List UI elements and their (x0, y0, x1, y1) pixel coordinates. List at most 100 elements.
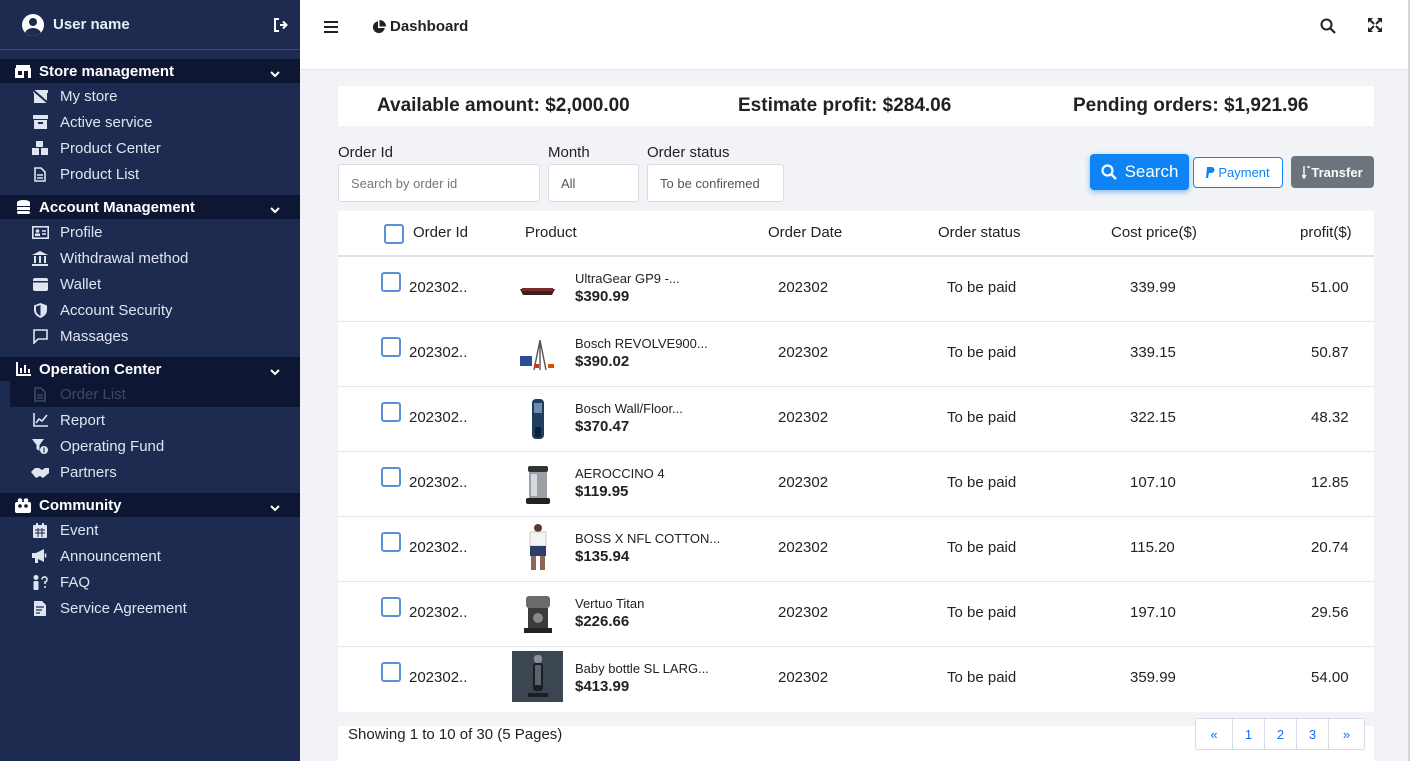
search-button[interactable]: Search (1090, 154, 1189, 190)
row-checkbox[interactable] (381, 467, 401, 487)
search-icon[interactable] (1320, 18, 1338, 36)
row-checkbox[interactable] (381, 402, 401, 422)
month-select[interactable]: All (548, 164, 639, 202)
group-label: Operation Center (39, 360, 162, 378)
sidebar-item-account-security[interactable]: Account Security (0, 297, 300, 323)
menu-label: Profile (60, 223, 103, 241)
page-last-button[interactable]: » (1329, 719, 1364, 749)
product-thumbnail (512, 651, 563, 702)
group-operation-center[interactable]: Operation Center (0, 357, 300, 381)
group-account-management[interactable]: Account Management (0, 195, 300, 219)
sidebar: User name Store management My store Acti… (0, 0, 300, 761)
table-row[interactable]: 202302.. Bosch Wall/Floor... $370.47 202… (338, 387, 1374, 452)
row-checkbox[interactable] (381, 337, 401, 357)
box-icon (31, 113, 49, 131)
fullscreen-icon[interactable] (1368, 18, 1386, 36)
sidebar-item-withdrawal-method[interactable]: Withdrawal method (0, 245, 300, 271)
page-3-button[interactable]: 3 (1297, 719, 1329, 749)
payment-button[interactable]: Payment (1193, 157, 1283, 188)
funnel-dollar-icon (31, 437, 49, 455)
sidebar-item-wallet[interactable]: Wallet (0, 271, 300, 297)
product-thumbnail (512, 263, 563, 314)
product-thumbnail (512, 393, 563, 444)
order-id: 202302.. (409, 409, 468, 426)
row-checkbox[interactable] (381, 532, 401, 552)
product-thumbnail (512, 588, 563, 639)
row-checkbox[interactable] (381, 272, 401, 292)
table-row[interactable]: 202302.. AEROCCINO 4 $119.95 202302 To b… (338, 452, 1374, 517)
sidebar-item-event[interactable]: Event (0, 517, 300, 543)
product-name: BOSS X NFL COTTON... (575, 531, 721, 546)
calendar-icon (31, 521, 49, 539)
sidebar-item-order-list[interactable]: Order List (10, 381, 300, 407)
group-store-management[interactable]: Store management (0, 59, 300, 83)
sidebar-item-report[interactable]: Report (0, 407, 300, 433)
table-row[interactable]: 202302.. UltraGear GP9 -... $390.99 2023… (338, 257, 1374, 322)
page-1-button[interactable]: 1 (1233, 719, 1265, 749)
sidebar-item-faq[interactable]: FAQ (0, 569, 300, 595)
menu-label: Report (60, 411, 106, 429)
table-row[interactable]: 202302.. BOSS X NFL COTTON... $135.94 20… (338, 517, 1374, 582)
chart-line-icon (31, 411, 49, 429)
col-profit: profit($) (1300, 224, 1352, 241)
pending-orders: Pending orders: $1,921.96 (1073, 95, 1309, 116)
sidebar-item-operating-fund[interactable]: Operating Fund (0, 433, 300, 459)
shield-icon (31, 301, 49, 319)
product-name: UltraGear GP9 -... (575, 271, 680, 286)
wallet-icon (31, 275, 49, 293)
row-checkbox[interactable] (381, 597, 401, 617)
breadcrumb: Dashboard (372, 18, 468, 35)
page-first-button[interactable]: « (1196, 719, 1233, 749)
product-price: $370.47 (575, 418, 630, 435)
row-checkbox[interactable] (381, 662, 401, 682)
order-id-input[interactable]: Search by order id (338, 164, 540, 202)
chart-bar-icon (14, 361, 32, 377)
id-card-icon (31, 223, 49, 241)
user-avatar-icon (22, 13, 44, 36)
transfer-button[interactable]: Transfer (1291, 156, 1374, 188)
sidebar-item-my-store[interactable]: My store (0, 83, 300, 109)
sidebar-item-partners[interactable]: Partners (0, 459, 300, 485)
chevron-down-icon (268, 501, 282, 515)
order-status-select[interactable]: To be confiremed (647, 164, 784, 202)
order-id: 202302.. (409, 604, 468, 621)
stats-bar: Available amount: $2,000.00 Estimate pro… (338, 86, 1374, 126)
topbar: Dashboard (300, 0, 1410, 70)
file-icon (31, 385, 49, 403)
sidebar-item-product-center[interactable]: Product Center (0, 135, 300, 161)
page-2-button[interactable]: 2 (1265, 719, 1297, 749)
cost-price: 107.10 (1130, 474, 1176, 491)
order-id: 202302.. (409, 279, 468, 296)
profit: 29.56 (1311, 604, 1349, 621)
group-community[interactable]: Community (0, 493, 300, 517)
table-row[interactable]: 202302.. Vertuo Titan $226.66 202302 To … (338, 582, 1374, 647)
sidebar-item-service-agreement[interactable]: Service Agreement (0, 595, 300, 621)
logout-icon[interactable] (272, 16, 290, 34)
menu-label: Product List (60, 165, 140, 183)
sidebar-item-active-service[interactable]: Active service (0, 109, 300, 135)
col-product: Product (525, 224, 577, 241)
available-amount: Available amount: $2,000.00 (377, 95, 630, 116)
menu-label: Announcement (60, 547, 161, 565)
profit: 12.85 (1311, 474, 1349, 491)
month-value: All (561, 175, 576, 191)
table-row[interactable]: 202302.. Baby bottle SL LARG... $413.99 … (338, 647, 1374, 712)
transfer-arrows-icon (1302, 165, 1311, 179)
main-content: Available amount: $2,000.00 Estimate pro… (338, 86, 1374, 761)
menu-toggle-icon[interactable] (322, 18, 340, 36)
product-thumbnail (512, 458, 563, 509)
select-all-checkbox[interactable] (384, 224, 404, 244)
pagination: « 1 2 3 » (1195, 718, 1365, 750)
sidebar-item-product-list[interactable]: Product List (0, 161, 300, 187)
menu-label: Active service (60, 113, 153, 131)
sidebar-item-profile[interactable]: Profile (0, 219, 300, 245)
sidebar-item-massages[interactable]: Massages (0, 323, 300, 349)
menu-label: Operating Fund (60, 437, 165, 455)
table-row[interactable]: 202302.. Bosch REVOLVE900... $390.02 202… (338, 322, 1374, 387)
file-icon (31, 165, 49, 183)
search-button-label: Search (1124, 162, 1179, 181)
product-thumbnail (512, 328, 563, 379)
boxes-icon (31, 139, 49, 157)
sidebar-item-announcement[interactable]: Announcement (0, 543, 300, 569)
menu-label: Withdrawal method (60, 249, 189, 267)
